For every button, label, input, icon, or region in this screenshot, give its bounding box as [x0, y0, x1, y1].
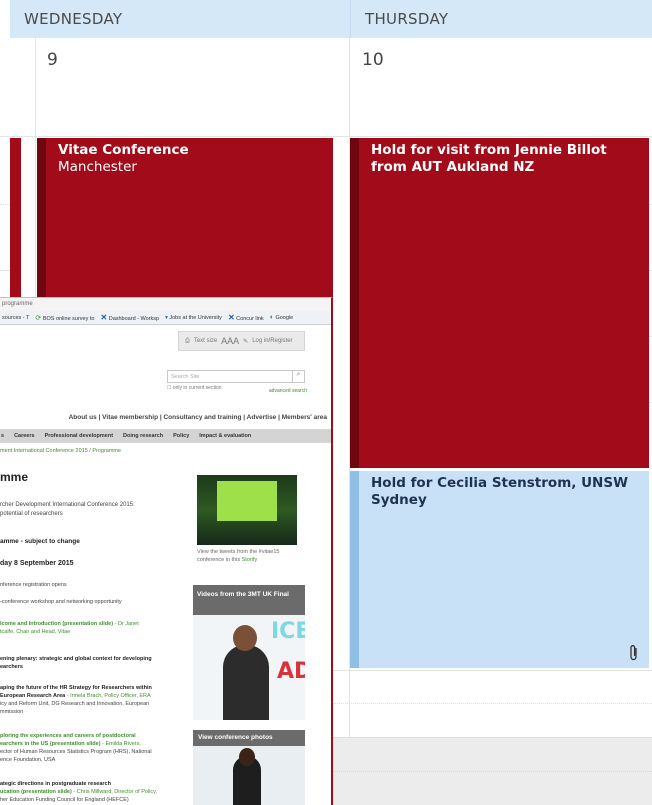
photos-thumbnail[interactable]	[193, 746, 305, 805]
videos-heading[interactable]: Videos from the 3MT UK Final	[193, 585, 305, 615]
bookmark[interactable]: ✕ Concur link	[228, 313, 264, 322]
text-size-buttons[interactable]: AAA	[221, 336, 239, 346]
event-location: Manchester	[58, 159, 137, 175]
speaker-head	[233, 625, 257, 651]
day-header-wednesday[interactable]: WEDNESDAY	[10, 0, 350, 38]
search-input[interactable]: Search Site ⌕	[167, 370, 305, 383]
previous-day-event-sliver[interactable]	[10, 138, 21, 298]
paperclip-icon	[629, 644, 639, 662]
date-number-10[interactable]: 10	[362, 50, 384, 70]
date-number-9[interactable]: 9	[47, 50, 58, 70]
event-hold-cecilia-stenstrom[interactable]: Hold for Cecilia Stenstrom, UNSW Sydney	[350, 471, 649, 668]
event-title: Hold for Cecilia Stenstrom, UNSW Sydney	[371, 475, 628, 508]
browser-title: programme	[0, 298, 331, 311]
x-icon: ✕	[100, 313, 108, 322]
video-banner-text: AD	[277, 659, 305, 684]
bookmarks-bar: sources - T ⟳ BOS online survey to ✕ Das…	[0, 311, 331, 325]
nav-item[interactable]: Careers	[14, 433, 35, 439]
only-current-label: only in current section	[172, 385, 222, 391]
event-hold-jennie-billot[interactable]: Hold for visit from Jennie Billot from A…	[350, 138, 649, 468]
text-size-label: Text size	[193, 338, 218, 344]
projector-screen	[217, 481, 277, 521]
breadcrumb[interactable]: ment International Conference 2015 / Pro…	[0, 448, 121, 454]
presentation-link[interactable]: ploring the experiences and careers of p…	[0, 733, 136, 739]
event-title: Hold for visit from Jennie Billot from A…	[371, 142, 607, 175]
photos-heading[interactable]: View conference photos	[193, 730, 305, 746]
presentation-link[interactable]: lcome and Introduction (presentation sli…	[0, 621, 113, 627]
bookmark[interactable]: ◐ Google	[270, 314, 294, 321]
nav-item[interactable]: Impact & evaluation	[199, 433, 251, 439]
photo-head	[239, 748, 255, 766]
nav-item[interactable]: Doing research	[123, 433, 163, 439]
list-item: aping the future of the HR Strategy for …	[0, 685, 152, 715]
hour-line	[0, 136, 652, 137]
bookmark[interactable]: ⟳ BOS online survey to	[35, 314, 94, 322]
pin-icon: ▾	[165, 314, 168, 321]
bookmark[interactable]: ✕ Dashboard - Worksp	[100, 313, 159, 322]
only-current-checkbox[interactable]: ☐	[167, 385, 171, 391]
tweets-caption: View the tweets from the #vitae15 confer…	[197, 549, 280, 563]
half-hour-line	[333, 771, 652, 772]
pencil-icon: ✎	[243, 338, 249, 345]
bookmark[interactable]: sources - T	[2, 315, 29, 321]
leaf-icon: ◐	[269, 314, 274, 321]
top-links[interactable]: About us | Vitae membership | Consultanc…	[0, 414, 331, 421]
search-icon[interactable]: ⌕	[292, 371, 304, 382]
column-divider	[35, 38, 36, 335]
hour-line	[333, 737, 652, 738]
day-name: THURSDAY	[365, 10, 449, 28]
main-nav: s Careers Professional development Doing…	[0, 429, 331, 443]
nav-item[interactable]: Professional development	[45, 433, 113, 439]
video-thumbnail[interactable]: ICE AD	[193, 615, 305, 720]
advanced-search-link[interactable]: advanced search	[269, 388, 307, 394]
video-banner-text: ICE	[271, 619, 305, 644]
day-name: WEDNESDAY	[24, 10, 123, 28]
nav-item[interactable]: s	[1, 433, 4, 439]
list-item: ploring the experiences and careers of p…	[0, 733, 152, 763]
half-hour-line	[333, 703, 652, 704]
x-icon: ✕	[227, 313, 235, 322]
login-link[interactable]: Log in/Register	[252, 338, 292, 344]
list-item: ening plenary: strategic and global cont…	[0, 656, 152, 670]
search-options: ☐ only in current section advanced searc…	[167, 385, 307, 394]
date-heading: day 8 September 2015	[0, 560, 74, 567]
list-item: -conference workshop and networking oppo…	[0, 599, 122, 605]
site-tools: ⎙ Text size AAA ✎ Log in/Register	[178, 331, 305, 351]
event-vitae-conference[interactable]: Vitae Conference Manchester	[37, 138, 333, 298]
bookmark[interactable]: ▾ Jobs at the University	[165, 315, 222, 321]
intro-text: rcher Development International Conferen…	[0, 502, 135, 517]
nav-item[interactable]: Policy	[173, 433, 189, 439]
hour-line	[333, 670, 652, 671]
bookmark-icon: ⟳	[35, 314, 42, 322]
day-header-thursday[interactable]: THURSDAY	[350, 0, 652, 38]
speaker-figure	[223, 645, 269, 720]
storify-link[interactable]: Storify	[242, 557, 258, 563]
hour-line	[0, 270, 10, 271]
embedded-webpage-screenshot: programme sources - T ⟳ BOS online surve…	[0, 297, 333, 805]
event-title: Vitae Conference	[58, 142, 189, 158]
half-hour-line	[0, 204, 10, 205]
list-item: lcome and Introduction (presentation sli…	[0, 621, 139, 635]
outlook-calendar-window: WEDNESDAY THURSDAY 9 10 Vitae Conference…	[0, 0, 652, 805]
list-item: ategic directions in postgraduate resear…	[0, 781, 157, 803]
tweets-image[interactable]	[197, 475, 297, 545]
programme-heading: amme - subject to change	[0, 538, 80, 545]
list-item: nference registration opens	[0, 582, 67, 588]
page-title: mme	[0, 470, 29, 484]
print-icon[interactable]: ⎙	[185, 338, 190, 345]
